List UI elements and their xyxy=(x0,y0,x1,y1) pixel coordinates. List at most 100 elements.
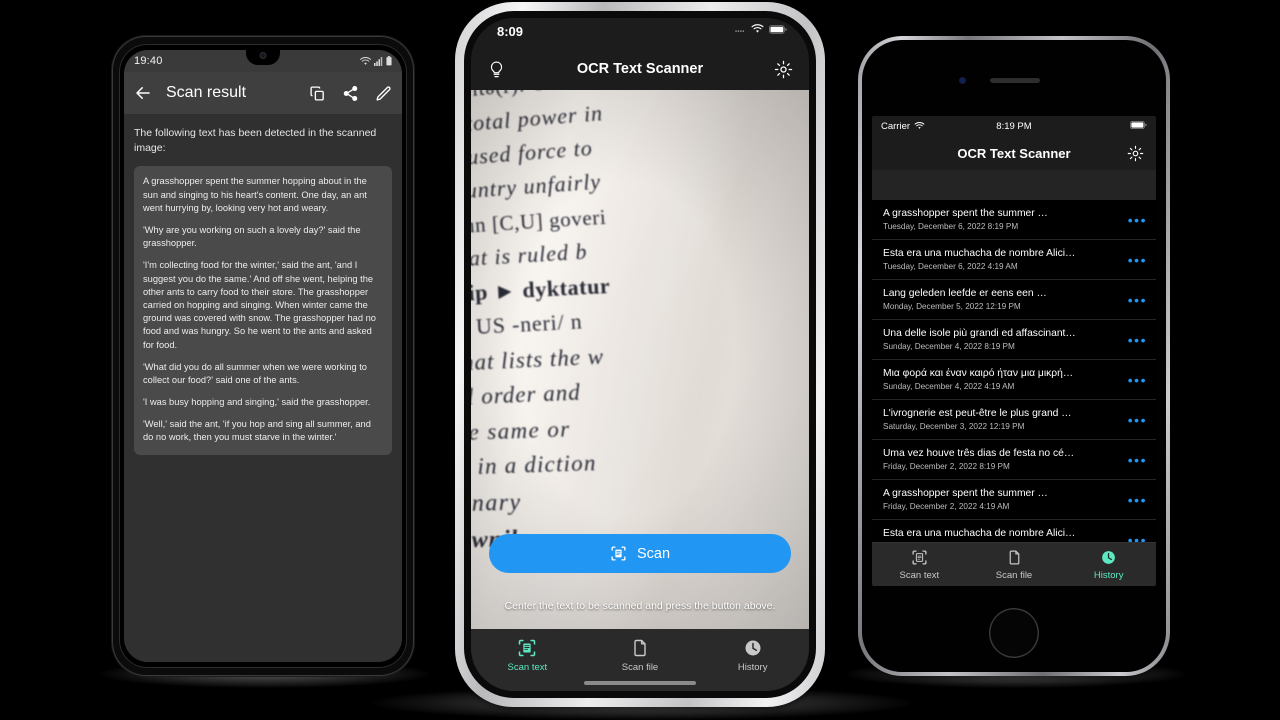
item-title: A grasshopper spent the summer … xyxy=(883,208,1048,219)
lightbulb-icon[interactable] xyxy=(487,60,506,79)
app-bar-actions xyxy=(309,85,392,102)
item-title: Esta era una muchacha de nombre Alici… xyxy=(883,248,1076,259)
list-item[interactable]: Esta era una muchacha de nombre Alici…Th… xyxy=(872,520,1156,542)
item-menu-button[interactable]: ••• xyxy=(1120,213,1147,227)
edit-icon[interactable] xyxy=(375,85,392,102)
hint-text: Center the text to be scanned and press … xyxy=(504,599,776,612)
back-arrow-icon[interactable] xyxy=(134,84,152,102)
wifi-icon xyxy=(360,56,371,65)
detected-text-card[interactable]: A grasshopper spent the summer hopping a… xyxy=(134,166,392,455)
center-screen: 8:09 OCR Text Scanner at sb else m xyxy=(471,18,809,691)
status-time: 8:19 PM xyxy=(996,120,1032,132)
item-title: Una delle isole più grandi ed affascinan… xyxy=(883,328,1076,339)
camera-preview[interactable]: at sb else must write or typ e in Englis… xyxy=(471,90,809,629)
item-menu-button[interactable]: ••• xyxy=(1120,253,1147,267)
list-item[interactable]: Esta era una muchacha de nombre Alici… Tu… xyxy=(872,240,1156,280)
battery-icon xyxy=(769,24,787,34)
share-icon[interactable] xyxy=(342,85,359,102)
list-item[interactable]: Lang geleden leefde er eens een … Monday,… xyxy=(872,280,1156,320)
page-title: Scan result xyxy=(166,84,247,101)
tab-label: Scan text xyxy=(507,661,548,673)
document-scanner-icon xyxy=(912,549,927,565)
list-item[interactable]: Uma vez houve três dias de festa no cé… F… xyxy=(872,440,1156,480)
clock-icon xyxy=(745,640,761,655)
search-bar-area[interactable] xyxy=(872,170,1156,200)
item-subtitle: Tuesday, December 6, 2022 4:19 AM xyxy=(883,262,1018,271)
scene-root: 19:40 Scan result The following text has… xyxy=(0,0,1280,720)
item-title: Esta era una muchacha de nombre Alici… xyxy=(883,528,1076,539)
signal-icon xyxy=(374,56,383,66)
list-item[interactable]: A grasshopper spent the summer … Friday, … xyxy=(872,480,1156,520)
tab-scan-text[interactable]: Scan text xyxy=(872,543,967,586)
detected-paragraph: 'I was busy hopping and singing,' said t… xyxy=(143,397,371,408)
list-item[interactable]: L'ivrognerie est peut-être le plus grand… xyxy=(872,400,1156,440)
tab-label: Scan file xyxy=(621,661,659,673)
list-item[interactable]: Una delle isole più grandi ed affascinan… xyxy=(872,320,1156,360)
tab-scan-file[interactable]: Scan file xyxy=(967,543,1062,586)
center-device: 8:09 OCR Text Scanner at sb else m xyxy=(455,2,825,707)
detected-paragraph: A grasshopper spent the summer hopping a… xyxy=(143,176,367,213)
tab-label: Scan file xyxy=(995,569,1033,581)
android-content: The following text has been detected in … xyxy=(124,114,402,662)
tab-scan-file[interactable]: Scan file xyxy=(584,629,697,681)
tab-label: History xyxy=(737,661,768,673)
detected-paragraph: 'Well,' said the ant, 'if you hop and si… xyxy=(143,419,371,443)
wifi-icon xyxy=(751,24,764,33)
item-title: A grasshopper spent the summer … xyxy=(883,488,1048,499)
detected-paragraph: 'I'm collecting food for the winter,' sa… xyxy=(143,260,376,350)
history-list[interactable]: A grasshopper spent the summer … Tuesday,… xyxy=(872,200,1156,542)
item-menu-button[interactable]: ••• xyxy=(1120,493,1147,507)
item-subtitle: Tuesday, December 6, 2022 8:19 PM xyxy=(883,222,1019,231)
item-subtitle: Sunday, December 4, 2022 4:19 AM xyxy=(883,382,1015,391)
android-app-bar: Scan result xyxy=(124,72,402,114)
scan-button[interactable]: Scan xyxy=(489,534,791,573)
list-item[interactable]: Μια φορά και έναν καιρό ήταν μια μικρή… S… xyxy=(872,360,1156,400)
status-icons xyxy=(735,24,787,34)
intro-text: The following text has been detected in … xyxy=(134,127,377,155)
android-status-bar: 19:40 xyxy=(124,50,402,72)
gear-icon[interactable] xyxy=(774,60,793,79)
item-subtitle: Sunday, December 4, 2022 8:19 PM xyxy=(883,342,1015,351)
list-item[interactable]: A grasshopper spent the summer … Tuesday,… xyxy=(872,200,1156,240)
file-icon xyxy=(634,639,646,656)
item-menu-button[interactable]: ••• xyxy=(1120,453,1147,467)
center-nav-bar: OCR Text Scanner xyxy=(471,48,809,90)
document-scanner-icon xyxy=(519,639,536,656)
android-device: 19:40 Scan result The following text has… xyxy=(112,36,414,676)
battery-icon xyxy=(386,56,392,66)
item-title: Μια φορά και έναν καιρό ήταν μια μικρή… xyxy=(883,368,1074,379)
item-menu-button[interactable]: ••• xyxy=(1120,413,1147,427)
gear-icon[interactable] xyxy=(1127,145,1144,162)
home-indicator[interactable] xyxy=(584,681,696,685)
tab-scan-text[interactable]: Scan text xyxy=(471,629,584,681)
tab-history[interactable]: History xyxy=(696,629,809,681)
item-subtitle: Monday, December 5, 2022 12:19 PM xyxy=(883,302,1021,311)
item-subtitle: Saturday, December 3, 2022 12:19 PM xyxy=(883,422,1025,431)
item-title: L'ivrognerie est peut-être le plus grand… xyxy=(883,408,1072,419)
item-menu-button[interactable]: ••• xyxy=(1120,293,1147,307)
front-camera xyxy=(959,77,966,84)
home-button[interactable] xyxy=(989,608,1039,658)
right-tab-bar: Scan text Scan file History xyxy=(872,542,1156,586)
copy-icon[interactable] xyxy=(309,85,326,102)
app-title: OCR Text Scanner xyxy=(957,145,1071,161)
ios-status-bar: 8:09 xyxy=(471,18,809,48)
file-icon xyxy=(1009,550,1019,564)
cellular-icon xyxy=(735,30,745,32)
item-menu-button[interactable]: ••• xyxy=(1120,333,1147,347)
document-scanner-icon xyxy=(611,546,626,561)
earpiece-speaker xyxy=(990,78,1040,83)
detected-paragraph: 'What did you do all summer when we were… xyxy=(143,361,367,385)
tab-label: History xyxy=(1093,569,1124,581)
clock-icon xyxy=(1102,550,1116,564)
scan-button-label: Scan xyxy=(636,545,671,562)
right-screen: Carrier 8:19 PM OCR Text Scanner A grass… xyxy=(872,116,1156,586)
android-screen: 19:40 Scan result The following text has… xyxy=(124,50,402,662)
right-nav-bar: OCR Text Scanner xyxy=(872,136,1156,170)
status-time: 19:40 xyxy=(134,55,163,67)
tab-history[interactable]: History xyxy=(1061,543,1156,586)
item-menu-button[interactable]: ••• xyxy=(1120,373,1147,387)
right-device: Carrier 8:19 PM OCR Text Scanner A grass… xyxy=(858,36,1170,676)
app-title: OCR Text Scanner xyxy=(576,61,704,77)
ios-status-bar: Carrier 8:19 PM xyxy=(872,116,1156,136)
